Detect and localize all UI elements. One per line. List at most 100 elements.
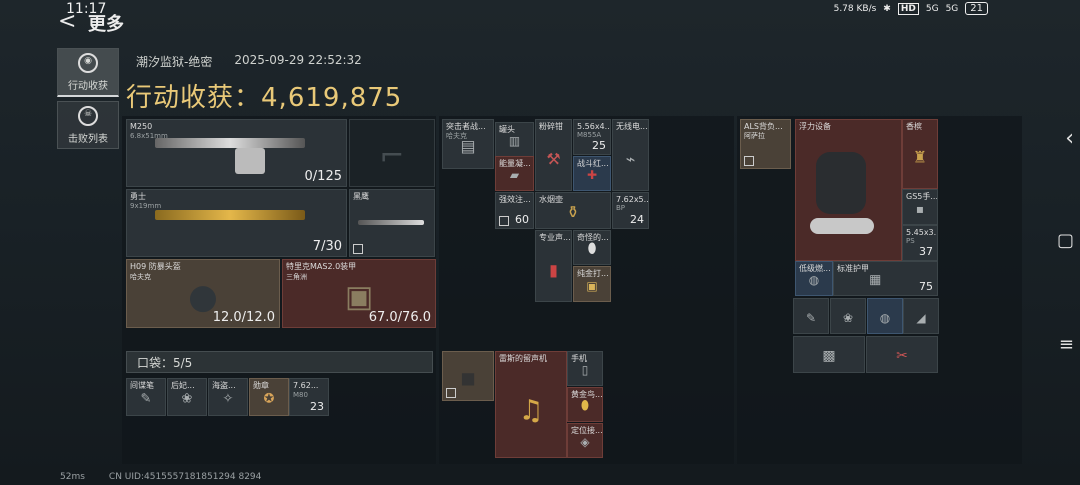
haul-label: 行动收获： (126, 83, 262, 113)
radio-icon: ⌁ (625, 149, 636, 168)
speaker-icon: ▮ (549, 260, 558, 279)
pocket-item-sub: M80 (293, 391, 308, 399)
chest-item[interactable]: 定位接... ◈ (567, 423, 603, 458)
backpack-item-name: 浮力设备 (799, 122, 831, 131)
pirate-item-icon: ✧ (222, 391, 234, 407)
pliers-icon: ⚒ (546, 149, 561, 168)
pocket-label: 口袋：5/5 (137, 356, 193, 370)
backpack-item[interactable]: GS5手... ▪ (902, 189, 938, 225)
backpack-item-sub: PS (906, 237, 915, 245)
menu-nav-icon[interactable]: ≡ (1059, 334, 1074, 355)
status-icons: 5.78 KB/s ✱ HD 5G 5G 21 (834, 2, 988, 15)
pocket-item[interactable]: 7.62... M80 23 (289, 378, 329, 416)
page-title: 更多 (88, 14, 124, 35)
golden-bird-icon: ⬮ (580, 398, 590, 414)
tab-haul[interactable]: ◉ 行动收获 (57, 48, 119, 97)
chest-item[interactable]: 专业声... ▮ (535, 230, 572, 302)
melee-slot[interactable]: 黑鹰 (349, 189, 435, 257)
network-speed: 5.78 KB/s (833, 3, 877, 14)
backpack-item[interactable]: ◍ (867, 298, 903, 334)
map-name: 潮汐监狱-绝密 (136, 55, 213, 69)
pen-icon: ✎ (140, 391, 152, 407)
pocket-item[interactable]: 勋章 ✪ (249, 378, 289, 416)
chest-item[interactable]: 罐头 ▥ (495, 122, 534, 157)
armor-durability: 67.0/76.0 (368, 310, 431, 325)
armor-plate-icon: ▦ (869, 272, 882, 288)
hookah-icon: ⚱ (566, 202, 580, 222)
chest-item[interactable]: 5.56x4... M855A 25 (573, 119, 611, 155)
fuel-can-icon: ◍ (879, 310, 891, 325)
chest-item[interactable]: 强效注... 60 (495, 192, 534, 229)
chest-item-name: 粉碎钳 (539, 122, 563, 131)
chest-item-sub: M855A (577, 131, 602, 139)
pocket-item-count: 23 (310, 400, 324, 413)
status-bar: 11:17 5.78 KB/s ✱ HD 5G 5G 21 (0, 0, 1080, 22)
secondary-weapon-count: 7/30 (312, 239, 342, 254)
knife-icon (358, 220, 424, 225)
back-nav-icon[interactable]: ‹ (1065, 126, 1074, 151)
tab-kills[interactable]: ☠ 击败列表 (57, 101, 119, 149)
chest-item[interactable]: 纯金打... ▣ (573, 266, 611, 302)
backpack-item[interactable]: ✎ (793, 298, 829, 334)
hd-badge: HD (897, 2, 919, 15)
cutter-icon: ✂ (896, 348, 908, 365)
pocket-item[interactable]: 间谍笔 ✎ (126, 378, 166, 416)
chest-item[interactable]: 粉碎钳 ⚒ (535, 119, 572, 191)
backpack-item-name: 香槟 (906, 122, 922, 131)
primary-weapon-slot[interactable]: M250 6.8x51mm 0/125 (126, 119, 347, 187)
medal-icon: ✪ (263, 391, 275, 407)
backpack-item[interactable]: 香槟 ♜ (902, 119, 938, 189)
chest-rig-slot[interactable]: 突击者战... 哈夫克 ▤ (442, 119, 494, 169)
armor-slot[interactable]: 特里克MAS2.0装甲 三角洲 ▣ 67.0/76.0 (282, 259, 436, 328)
signal-5g-2: 5G (945, 3, 959, 14)
pocket-item[interactable]: 后妃... ❀ (167, 378, 207, 416)
backpack-item[interactable]: ▩ (793, 336, 865, 373)
tool-icon: ◢ (916, 310, 926, 325)
secondary-weapon-slot[interactable]: 勇士 9x19mm 7/30 (126, 189, 347, 257)
backpack-item[interactable]: 标准护甲 ▦ 75 (833, 261, 938, 296)
backpack-item[interactable]: ❀ (830, 298, 866, 334)
chest-item[interactable]: 奇怪的... ⬮ (573, 230, 611, 265)
backpack-item[interactable]: 5.45x3... PS 37 (902, 225, 938, 261)
footer: 52ms CN UID:4515557181851294 8294 (60, 472, 261, 482)
secondary-weapon-ammo: 9x19mm (130, 202, 162, 210)
back-button[interactable]: < (58, 9, 76, 34)
helmet-durability: 12.0/12.0 (212, 310, 275, 325)
helmet-slot[interactable]: H09 防暴头盔 哈夫克 ● 12.0/12.0 (126, 259, 280, 328)
pistol-slot[interactable]: ⌐ (349, 119, 435, 187)
tab-kills-label: 击败列表 (68, 133, 108, 145)
fuel-icon: ◍ (808, 273, 820, 288)
chest-item[interactable]: 能量凝... ▰ (495, 156, 534, 191)
helmet-name: H09 防暴头盔 (130, 262, 181, 271)
chest-item[interactable]: 手机 ▯ (567, 351, 603, 386)
syringe-icon: ✚ (586, 168, 598, 183)
backpack-item[interactable]: 浮力设备 (795, 119, 902, 261)
chest-item[interactable]: 7.62x5... BP 24 (612, 192, 649, 229)
backpack-item[interactable]: 低级燃... ◍ (795, 261, 833, 296)
backpack-item-count: 37 (919, 245, 933, 258)
chest-item[interactable]: 无线电... ⌁ (612, 119, 649, 191)
bag-slot[interactable]: ■ (442, 351, 494, 401)
marked-icon (353, 244, 363, 254)
chest-item[interactable]: 雷斯的留声机 ♫ (495, 351, 567, 458)
chest-item[interactable]: 黄金鸟... ⬮ (567, 387, 603, 422)
jewelry-icon: ❀ (181, 391, 193, 407)
chest-item-name: 雷斯的留声机 (499, 354, 547, 363)
battery-icon: 21 (965, 2, 988, 15)
backpack-slot[interactable]: ALS背负... 阿萨拉 (740, 119, 791, 169)
backpack-item[interactable]: ✂ (866, 336, 938, 373)
backpack-item[interactable]: ◢ (903, 298, 939, 334)
home-nav-icon[interactable]: ▢ (1057, 230, 1074, 251)
ping: 52ms (60, 472, 85, 482)
primary-weapon-name: M250 (130, 122, 153, 131)
bluetooth-icon: ✱ (883, 3, 891, 14)
chest-item[interactable]: 水烟壶 ⚱ (535, 192, 611, 229)
gramophone-icon: ♫ (518, 393, 544, 427)
raid-info: 潮汐监狱-绝密 2025-09-29 22:52:32 (136, 53, 362, 70)
locator-icon: ◈ (580, 435, 590, 450)
chest-item[interactable]: 战斗红... ✚ (573, 156, 611, 191)
pocket-item[interactable]: 海盗... ✧ (208, 378, 248, 416)
skull-icon: ☠ (78, 105, 98, 126)
pocket-item-name: 间谍笔 (130, 381, 154, 390)
tab-haul-label: 行动收获 (68, 80, 108, 92)
